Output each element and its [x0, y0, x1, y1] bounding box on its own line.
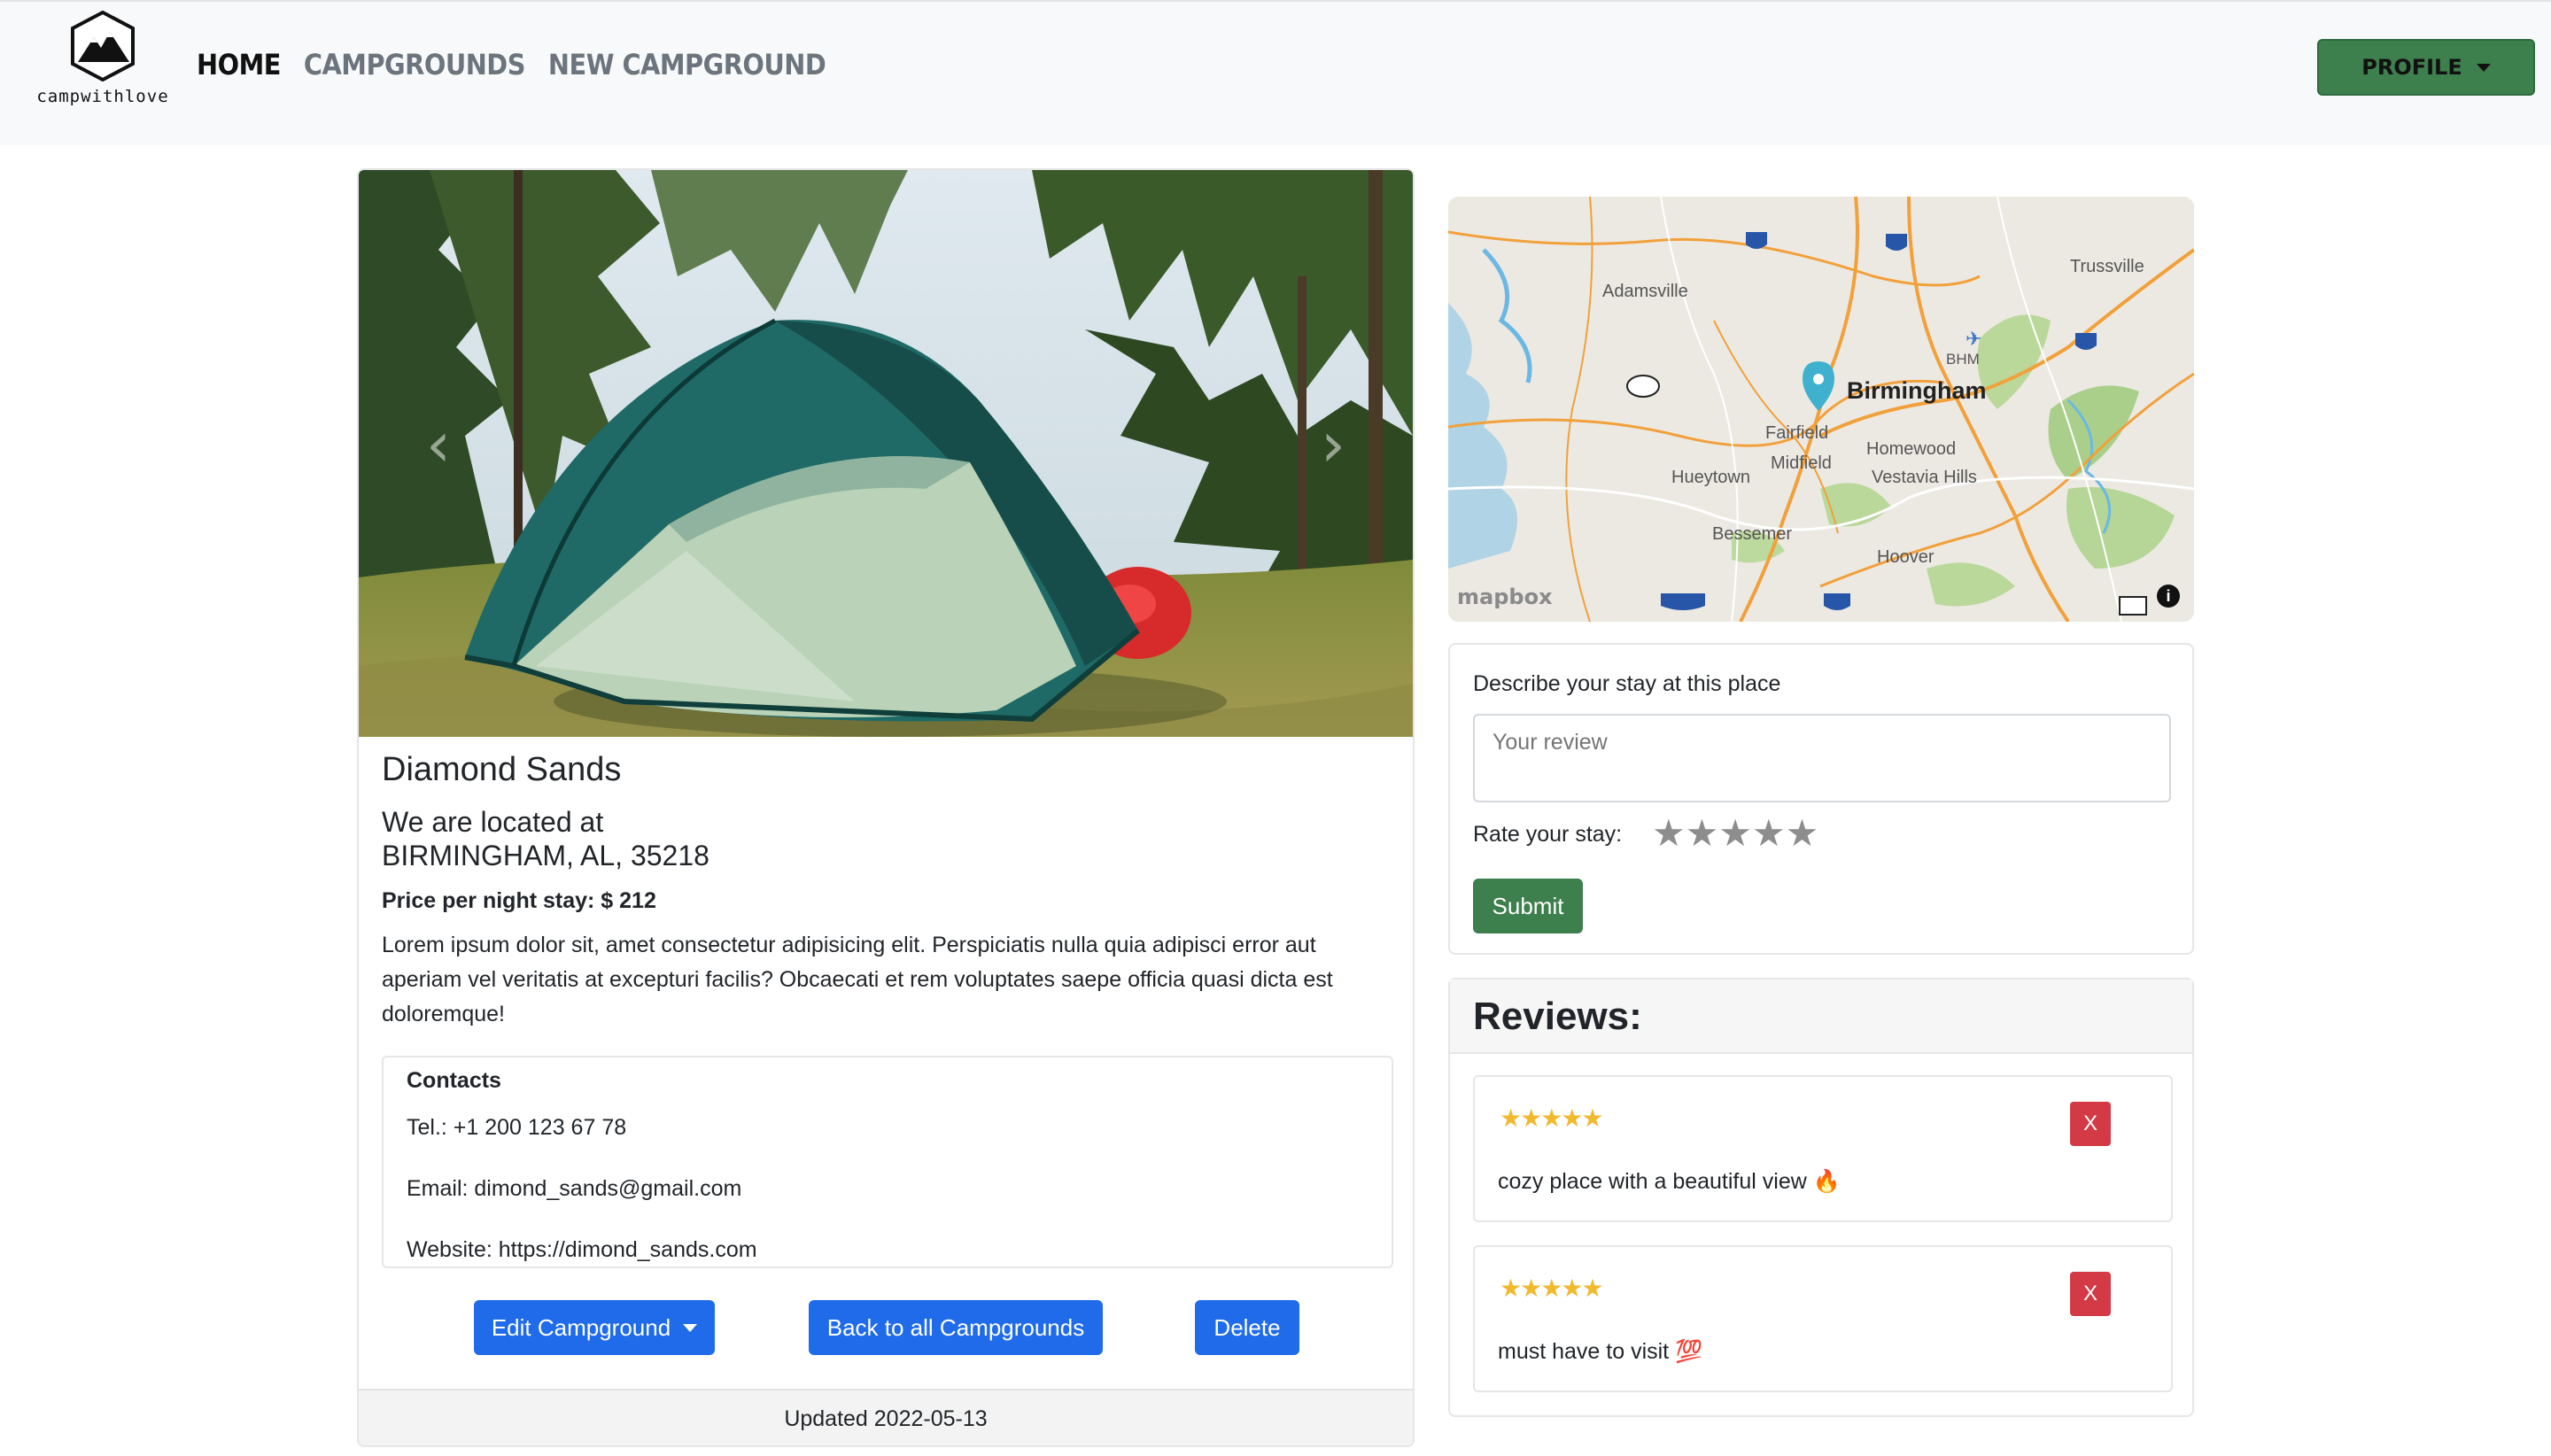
- star-rating-input[interactable]: ★★★★★: [1652, 813, 1818, 854]
- nav-campgrounds-link[interactable]: CAMPGROUNDS: [304, 48, 526, 81]
- reviews-title: Reviews:: [1450, 980, 2192, 1054]
- campground-price: Price per night stay: $ 212: [382, 888, 656, 913]
- campground-details: Diamond Sands We are located at BIRMINGH…: [382, 751, 1392, 1032]
- contact-email: Email: dimond_sands@gmail.com: [407, 1176, 742, 1201]
- back-to-campgrounds-button[interactable]: Back to all Campgrounds: [809, 1300, 1103, 1355]
- contacts-title: Contacts: [407, 1068, 501, 1093]
- location-address: BIRMINGHAM, AL, 35218: [382, 840, 709, 871]
- campground-map[interactable]: ✈ Adamsville Trussville Birmingham BHM F…: [1448, 197, 2194, 622]
- profile-label: PROFILE: [2361, 55, 2462, 80]
- campground-photo: ‹ ›: [359, 170, 1413, 737]
- contact-phone: Tel.: +1 200 123 67 78: [407, 1115, 627, 1140]
- review-item: ★★★★★ cozy place with a beautiful view 🔥…: [1473, 1075, 2173, 1222]
- main-nav: HOME CAMPGROUNDS NEW CAMPGROUND: [197, 48, 826, 81]
- review-item: ★★★★★ must have to visit 💯 X: [1473, 1245, 2173, 1392]
- edit-campground-button[interactable]: Edit Campground: [474, 1300, 715, 1355]
- nav-new-campground-link[interactable]: NEW CAMPGROUND: [548, 48, 826, 81]
- tent-photo-illustration: [359, 170, 1413, 737]
- nav-home-link[interactable]: HOME: [197, 48, 281, 81]
- review-form: Describe your stay at this place Rate yo…: [1448, 643, 2194, 955]
- review-text: must have to visit 💯: [1498, 1339, 1703, 1364]
- brand-logo[interactable]: campwithlove: [32, 11, 174, 117]
- mountain-hexagon-logo-icon: [71, 11, 135, 81]
- delete-review-button[interactable]: X: [2070, 1272, 2111, 1316]
- svg-text:✈: ✈: [1966, 329, 1981, 351]
- review-rating-stars: ★★★★★: [1500, 1104, 1604, 1132]
- star-rating-icons[interactable]: ★★★★★: [1652, 813, 1818, 854]
- location-intro: We are located at: [382, 806, 604, 838]
- rate-label: Rate your stay:: [1473, 822, 1623, 847]
- campground-card: ‹ › Diamond Sands We are located at BIRM…: [357, 168, 1415, 1447]
- map-label-trussville: Trussville: [2070, 257, 2144, 276]
- submit-review-button[interactable]: Submit: [1473, 879, 1583, 933]
- review-body-label: Describe your stay at this place: [1473, 671, 1781, 696]
- map-label-adamsville: Adamsville: [1602, 282, 1688, 301]
- map-info-icon[interactable]: i: [2157, 585, 2180, 608]
- campground-location: We are located at BIRMINGHAM, AL, 35218: [382, 805, 1392, 872]
- navbar: campwithlove HOME CAMPGROUNDS NEW CAMPGR…: [0, 0, 2551, 145]
- caret-down-icon: [683, 1323, 698, 1332]
- campground-actions: Edit Campground Back to all Campgrounds …: [359, 1300, 1413, 1355]
- profile-dropdown-button[interactable]: PROFILE: [2317, 39, 2535, 96]
- contacts-box: Contacts Tel.: +1 200 123 67 78 Email: d…: [382, 1056, 1393, 1268]
- mapbox-attribution[interactable]: mapbox: [1457, 585, 1553, 609]
- carousel-prev-icon[interactable]: ‹: [412, 409, 465, 480]
- contact-website: Website: https://dimond_sands.com: [407, 1237, 757, 1262]
- map-label-birmingham: Birmingham: [1847, 377, 1987, 404]
- review-text: cozy place with a beautiful view 🔥: [1498, 1169, 1841, 1194]
- map-label-bhm: BHM: [1946, 351, 1980, 368]
- delete-review-button[interactable]: X: [2070, 1102, 2111, 1146]
- review-textarea[interactable]: [1473, 714, 2171, 802]
- map-label-vestavia-hills: Vestavia Hills: [1872, 468, 1977, 487]
- carousel-next-icon[interactable]: ›: [1307, 409, 1360, 480]
- updated-footer: Updated 2022-05-13: [359, 1389, 1413, 1445]
- campground-description: Lorem ipsum dolor sit, amet consectetur …: [382, 933, 1333, 1026]
- map-label-homewood: Homewood: [1866, 439, 1957, 459]
- campground-title: Diamond Sands: [382, 751, 622, 788]
- reviews-panel: Reviews: ★★★★★ cozy place with a beautif…: [1448, 978, 2194, 1417]
- caret-down-icon: [2476, 63, 2491, 72]
- map-label-fairfield: Fairfield: [1765, 423, 1829, 443]
- map-label-hueytown: Hueytown: [1671, 468, 1750, 487]
- edit-campground-label: Edit Campground: [491, 1313, 671, 1341]
- delete-campground-button[interactable]: Delete: [1195, 1300, 1299, 1355]
- map-label-midfield: Midfield: [1771, 453, 1832, 473]
- map-label-hoover: Hoover: [1877, 547, 1935, 567]
- review-rating-stars: ★★★★★: [1500, 1274, 1604, 1302]
- map-label-bessemer: Bessemer: [1712, 524, 1793, 544]
- brand-name: campwithlove: [36, 87, 169, 106]
